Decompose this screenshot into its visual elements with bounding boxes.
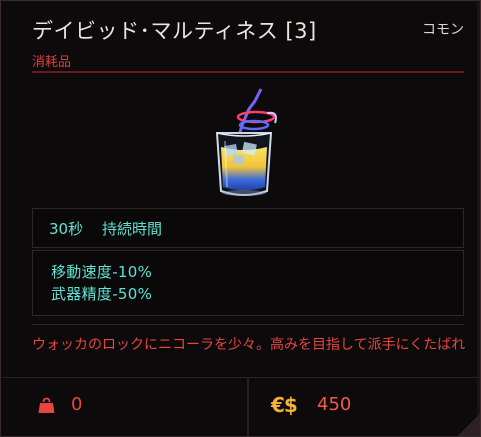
item-name: デイビッド･マルティネス [3] [32,19,317,43]
item-tooltip: デイビッド･マルティネス [3] コモン 消耗品 30秒 持続時間 移動速度-1… [0,0,481,437]
weight-value: 0 [71,394,83,415]
item-price: 450 [317,394,352,415]
stats-section: 移動速度-10% 武器精度-50% [32,250,464,316]
header-divider [32,71,464,73]
footer-separator [247,377,249,436]
stat-movement-speed: 移動速度-10% [51,263,153,281]
item-rarity: コモン [422,22,464,38]
duration-value: 30秒 [49,220,84,238]
duration-label: 持続時間 [102,220,163,238]
stat-weapon-accuracy: 武器精度-50% [51,285,153,303]
duration-section: 30秒 持続時間 [32,208,464,248]
description-divider [32,324,464,325]
footer-divider [1,377,480,378]
panel-edge [477,1,480,436]
corner-notch [458,414,480,436]
eddies-icon: €$ [271,393,298,417]
item-category: 消耗品 [32,55,72,70]
item-description: ウォッカのロックにニコーラを少々。高みを目指して派手にくたばれ [32,337,466,353]
cocktail-glass-image [215,88,277,196]
weight-bag-icon [38,397,55,413]
